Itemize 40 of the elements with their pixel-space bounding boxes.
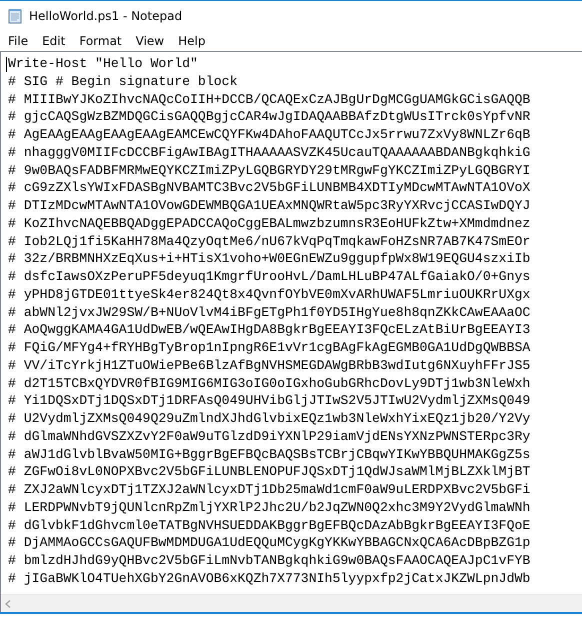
menu-item[interactable]: Format bbox=[72, 32, 129, 50]
text-line: Write-Host "Hello World" bbox=[8, 55, 198, 73]
menu-item[interactable]: View bbox=[128, 32, 172, 50]
text-line: # aWJ1dGlvblBvaW50MIG+BggrBgEFBQcBAQSBsTCBrjCBqwYIKwYBBQUHMAKGgZ5s bbox=[8, 446, 530, 464]
text-line: # VV/iTcYrkjH1ZTuOWiePBe6BlzAfBgNVHSMEGDAWgBRbB3wdIutg6NXuyhFFrJS5 bbox=[8, 356, 530, 374]
menu-item[interactable]: Edit bbox=[35, 32, 72, 50]
text-line: # d2T15TCBxQYDVR0fBIG9MIG6MIG3oIG0oIGxhoGubGRhcDovLy9DTj1wb3NleWxh bbox=[8, 374, 530, 392]
text-line: # gjcCAQSgWzBZMDQGCisGAQQBgjcCAR4wJgIDAQAABBAfzDtgWUsITrck0sYpfvNR bbox=[8, 108, 530, 126]
text-line: # FQiG/MFYg4+fRYHBgTyBrop1nIpngR6E1vVr1cgBAgFkAgEGMB0GA1UdDgQWBBSA bbox=[8, 339, 530, 357]
text-line: # LERDPWNvbT9jQUNlcnRpZmljYXRlP2Jhc2U/b2JqZWN0Q2xhc3M9Y2VydGlmaWNh bbox=[8, 498, 530, 516]
text-line: # U2VydmljZXMsQ049Q29uZmlndXJhdGlvbixEQz1wb3NleWxhYixEQz1jb20/Y2Vy bbox=[8, 410, 530, 428]
text-line: # bmlzdHJhdG9yQHBvc2V5bGFiLmNvbTANBgkqhkiG9w0BAQsFAAOCAQEAJpC1vFYB bbox=[8, 552, 530, 570]
text-line: # KoZIhvcNAQEBBQADggEPADCCAQoCggEBALmwzbzumnsR3EoHUFkZtw+XMmdmdnez bbox=[8, 214, 530, 232]
text-line: # ZGFwOi8vL0NOPXBvc2V5bGFiLUNBLENOPUFJQSxDTj1QdWJsaWMlMjBLZXklMjBT bbox=[8, 463, 530, 481]
window-title: HelloWorld.ps1 - Notepad bbox=[29, 8, 182, 22]
text-line: # yPHD8jGTDE01ttyeSk4er824Qt8x4QvnfOYbVE0mXvARhUWAF5LmriuOUKRrUXgx bbox=[8, 286, 530, 304]
notepad-icon bbox=[7, 8, 23, 24]
text-line: # DTIzMDcwMTAwNTA1OVowGDEWMBQGA1UEAxMNQWRtaW5pc3RyYXRvcjCCASIwDQYJ bbox=[8, 197, 530, 215]
text-line: # abWNl2jvxJW29SW/B+NUoVlvM4iBFgETgPh1f0YD5IHgYue8h8qnZKkCAwEAAaOC bbox=[8, 304, 530, 322]
text-line: # AgEAAgEAAgEAAgEAAgEAMCEwCQYFKw4DAhoFAAQUTCcJx5rrwu7ZxVy8WNLZr6qB bbox=[8, 126, 530, 144]
text-line: # 32z/BRBMNHXzEqXus+i+HTisX1voho+W0EGnEWZu9ggupfpWx8W19EQGU4szxiIb bbox=[8, 250, 530, 268]
text-line: # Yi1DQSxDTj1DQSxDTj1DRFAsQ049UHVibGljJTIwS2V5JTIwU2VydmljZXMsQ049 bbox=[8, 392, 530, 410]
menu-item[interactable]: Help bbox=[171, 32, 212, 50]
text-line: # jIGaBWKlO4TUehXGbY2GnAVOB6xKQZh7X773NIh5lyypxfp2jCatxJKZWLpnJdWb bbox=[8, 570, 530, 588]
text-line: # dsfcIawsOXzPeruPF5deyuq1KmgrfUrooHvL/DamLHLuBP47ALfGaiakO/0+Gnys bbox=[8, 268, 530, 286]
text-line: # Iob2LQj1fi5KaHH78Ma4QzyOqtMe6/nU67kVqPqTmqkawFoHZsNR7AB7K47SmEOr bbox=[8, 232, 530, 250]
text-line: # dGlmaWNhdGVSZXZvY2F0aW9uTGlzdD9iYXNlP29iamVjdENsYXNzPWNSTERpc3Ry bbox=[8, 428, 530, 446]
horizontal-scrollbar[interactable] bbox=[1, 594, 582, 612]
text-line: # 9w0BAQsFADBFMRMwEQYKCZImiZPyLGQBGRYDY29tMRgwFgYKCZImiZPyLGQBGRYI bbox=[8, 162, 530, 180]
text-line: # AoQwggKAMA4GA1UdDwEB/wQEAwIHgDA8BgkrBgEEAYI3FQcELzAtBiUrBgEEAYI3 bbox=[8, 321, 530, 339]
text-cursor bbox=[6, 57, 7, 72]
menu-item[interactable]: File bbox=[1, 32, 36, 50]
text-line: # nhagggV0MIIFcDCCBFigAwIBAgITHAAAAASVZK45UcauTQAAAAAABDANBgkqhkiG bbox=[8, 144, 530, 162]
text-line: # SIG # Begin signature block bbox=[8, 72, 238, 90]
text-line: # DjAMMAoGCCsGAQUFBwMDMDUGA1UdEQQuMCygKgYKKwYBBAGCNxQCA6AcDBpBZG1p bbox=[8, 534, 530, 552]
text-line: # dGlvbkF1dGhvcml0eTATBgNVHSUEDDAKBggrBgEFBQcDAzAbBgkrBgEEAYI3FQoE bbox=[8, 516, 530, 534]
text-line: # MIIIBwYJKoZIhvcNAQcCoIIH+DCCB/QCAQExCzAJBgUrDgMCGgUAMGkGCisGAQQB bbox=[8, 90, 530, 108]
text-line: # cG9zZXlsYWIxFDASBgNVBAMTC3Bvc2V5bGFiLUNBMB4XDTIyMDcwMTAwNTA1OVoX bbox=[8, 179, 530, 197]
text-line: # ZXJ2aWNlcyxDTj1TZXJ2aWNlcyxDTj1Db25maWd1cmF0aW9uLERDPXBvc2V5bGFi bbox=[8, 481, 530, 499]
scroll-left-icon[interactable] bbox=[5, 600, 11, 608]
